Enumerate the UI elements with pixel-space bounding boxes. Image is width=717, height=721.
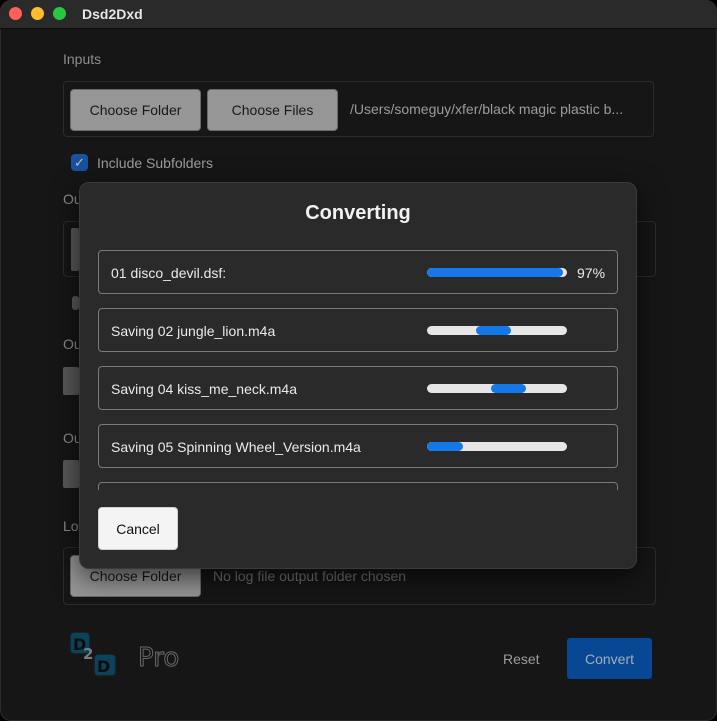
job-row: Saving 05 Spinning Wheel_Version.m4a xyxy=(98,424,618,468)
job-progress-bar xyxy=(427,268,567,277)
job-row: 01 disco_devil.dsf: 97% xyxy=(98,250,618,294)
zoom-window-button[interactable] xyxy=(53,7,66,20)
job-row-partial xyxy=(98,482,618,490)
job-label: Saving 02 jungle_lion.m4a xyxy=(111,323,276,339)
job-progress-fill xyxy=(427,442,464,451)
job-label: Saving 04 kiss_me_neck.m4a xyxy=(111,381,297,397)
job-progress-bar xyxy=(427,326,567,335)
job-progress-fill xyxy=(491,384,527,393)
job-row: Saving 04 kiss_me_neck.m4a xyxy=(98,366,618,410)
job-progress-bar xyxy=(427,384,567,393)
job-row: Saving 02 jungle_lion.m4a xyxy=(98,308,618,352)
window-title: Dsd2Dxd xyxy=(82,6,143,22)
close-window-button[interactable] xyxy=(9,7,22,20)
minimize-window-button[interactable] xyxy=(31,7,44,20)
job-progress-fill xyxy=(476,326,511,335)
job-percent: 97% xyxy=(577,265,606,281)
dialog-title: Converting xyxy=(305,202,411,224)
app-window: Dsd2Dxd Inputs Choose Folder Choose File… xyxy=(0,0,717,721)
job-list[interactable]: 01 disco_devil.dsf: 97% Saving 02 jungle… xyxy=(98,250,620,490)
cancel-button[interactable]: Cancel xyxy=(98,507,178,550)
converting-dialog: Converting 01 disco_devil.dsf: 97% Savin… xyxy=(79,182,637,569)
job-progress-fill xyxy=(427,268,563,277)
title-bar: Dsd2Dxd xyxy=(0,0,717,29)
job-label: 01 disco_devil.dsf: xyxy=(111,265,227,281)
job-label: Saving 05 Spinning Wheel_Version.m4a xyxy=(111,439,361,455)
job-progress-bar xyxy=(427,442,567,451)
